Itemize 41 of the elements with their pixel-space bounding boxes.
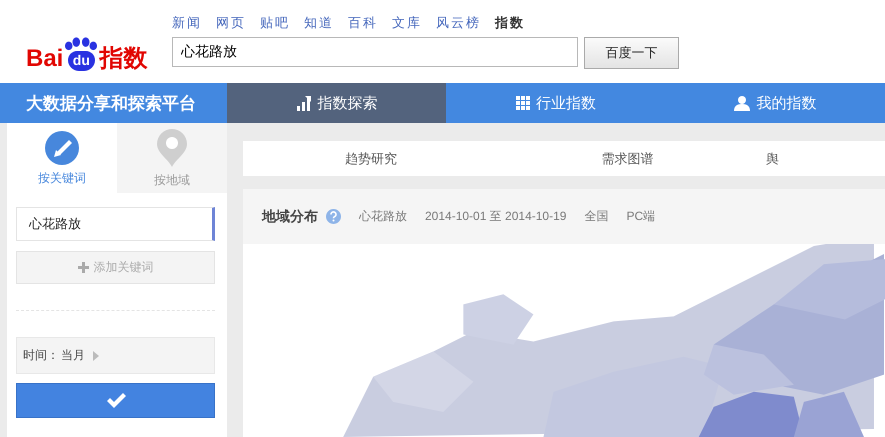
paw-toes-icon (64, 37, 98, 51)
top-link[interactable]: 百科 (348, 14, 378, 32)
confirm-button[interactable] (16, 383, 215, 418)
logo[interactable]: Bai du 指数 (0, 0, 162, 83)
plus-icon (78, 262, 88, 273)
search-field[interactable]: 心花路放 (172, 37, 578, 67)
checkmark-icon (106, 392, 126, 408)
device-label: PC端 (626, 208, 656, 225)
nav-tab[interactable]: 行业指数 (446, 83, 666, 123)
pencil-icon (44, 130, 80, 166)
top-link[interactable]: 网页 (216, 14, 246, 32)
keyword-label: 心花路放 (359, 208, 407, 225)
keyword-item[interactable]: 心花路放 (16, 207, 215, 241)
time-label: 时间： (23, 347, 59, 364)
sub-tab[interactable]: 舆 (756, 141, 885, 176)
date-range: 2014-10-01 至 2014-10-19 (425, 208, 566, 225)
grid-icon (516, 96, 530, 110)
sub-tab[interactable]: 趋势研究 (243, 141, 500, 176)
help-icon[interactable] (326, 209, 341, 224)
slogan: 大数据分享和探索平台 (25, 92, 197, 116)
nav-tab[interactable]: 指数探索 (227, 83, 446, 123)
logo-text: Bai (26, 47, 64, 71)
caret-icon (93, 350, 99, 360)
person-icon (734, 95, 750, 111)
map-pin-icon (156, 128, 188, 168)
time-value: 当月 (61, 347, 85, 364)
paw-logo: du (64, 37, 98, 71)
time-selector[interactable]: 时间： 当月 (16, 337, 215, 374)
panel-title: 地域分布 (262, 208, 318, 226)
sub-tab[interactable]: 需求图谱 (499, 141, 756, 176)
top-link[interactable]: 知道 (304, 14, 334, 32)
logo-text: 指数 (99, 47, 148, 71)
top-link[interactable]: 风云榜 (436, 14, 481, 32)
top-link[interactable]: 指数 (495, 14, 525, 32)
nav-tab[interactable]: 我的指数 (666, 83, 885, 123)
top-link[interactable]: 文库 (392, 14, 422, 32)
region-label: 全国 (584, 208, 608, 225)
search-button[interactable]: 百度一下 (584, 37, 679, 69)
bar-chart-icon (296, 95, 312, 111)
top-link[interactable]: 贴吧 (260, 14, 290, 32)
top-link[interactable]: 新闻 (172, 14, 202, 32)
